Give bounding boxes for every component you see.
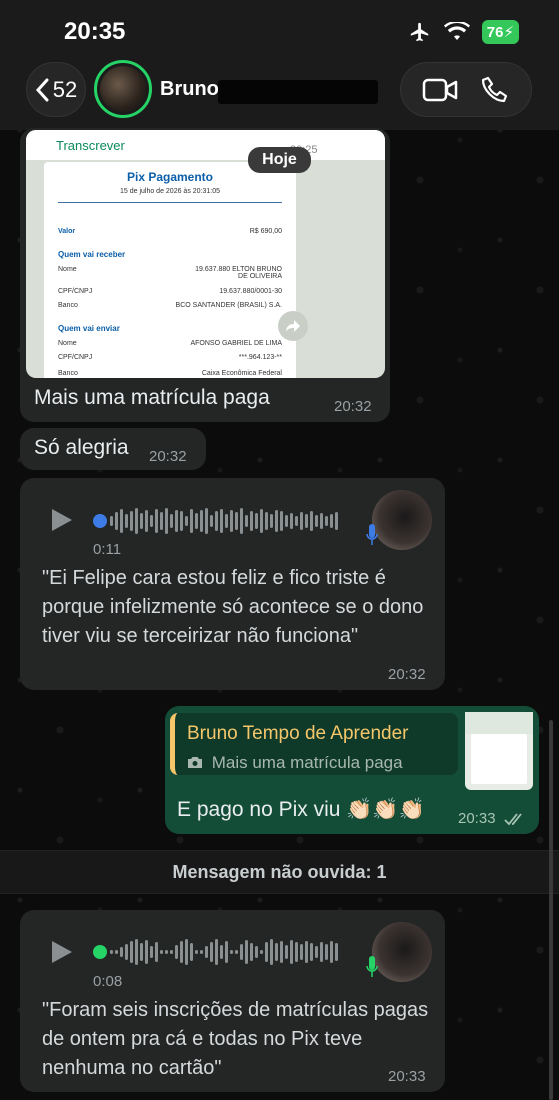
pix-row-value: AFONSO GABRIEL DE LIMA: [190, 340, 282, 347]
pix-row-value: ***.964.123-**: [238, 354, 282, 361]
image-time: 20:32: [334, 398, 372, 415]
microphone-icon: [366, 956, 378, 977]
pix-valor: R$ 690,00: [249, 228, 282, 235]
pix-row-label: CPF/CNPJ: [58, 354, 93, 361]
unread-count: 52: [52, 76, 78, 102]
microphone-icon: [366, 524, 378, 545]
forward-icon: [286, 320, 300, 332]
audio-sender-avatar: [372, 490, 432, 550]
image-caption: Mais uma matrícula paga: [34, 386, 270, 409]
pix-date: 15 de julho de 2026 às 20:31:05: [119, 188, 221, 195]
text-message-time: 20:32: [149, 448, 187, 465]
forward-button[interactable]: [278, 311, 308, 341]
thumbnail-card: [471, 734, 527, 784]
pix-row-label: Nome: [58, 266, 77, 273]
pix-row-value: Caixa Econômica Federal: [201, 370, 282, 377]
contact-avatar[interactable]: [94, 60, 152, 118]
unplayed-dot: [93, 514, 107, 528]
pix-row-value: BCO SANTANDER (BRASIL) S.A.: [175, 302, 282, 309]
pix-row: Nome AFONSO GABRIEL DE LIMA: [58, 340, 282, 347]
back-button[interactable]: 52: [26, 62, 86, 117]
contact-name[interactable]: Bruno: [160, 78, 219, 101]
audio-duration: 0:11: [93, 541, 122, 558]
quoted-thumbnail: [465, 712, 533, 790]
pix-row: CPF/CNPJ ***.964.123-**: [58, 354, 282, 361]
audio-time: 20:33: [388, 1068, 426, 1085]
quoted-text-row: Mais uma matrícula paga: [187, 753, 403, 773]
status-time: 20:35: [64, 18, 126, 45]
pix-row-value: 19.637.880/0001-30: [219, 288, 282, 295]
airplane-icon: [410, 22, 429, 42]
audio-duration: 0:08: [93, 973, 123, 990]
video-call-icon[interactable]: [422, 77, 458, 103]
charging-icon: ⚡: [503, 24, 514, 41]
audio-waveform[interactable]: [110, 937, 338, 967]
outgoing-text: E pago no Pix viu 👏🏻👏🏻👏🏻: [177, 798, 425, 821]
pix-divider: [58, 202, 282, 203]
chevron-left-icon: [35, 78, 49, 101]
status-bar: 20:35 76 ⚡: [0, 0, 559, 58]
text-message: Só alegria: [34, 436, 129, 459]
pix-row: Banco Caixa Econômica Federal: [58, 370, 282, 377]
chat-header: 52 Bruno: [0, 58, 559, 130]
quoted-author: Bruno Tempo de Aprender: [187, 723, 409, 744]
pix-row-label: CPF/CNPJ: [58, 288, 93, 295]
status-icons: 76 ⚡: [408, 20, 519, 44]
phone-icon[interactable]: [480, 75, 510, 105]
pix-receipt-card: Pix Pagamento 15 de julho de 2026 às 20:…: [44, 162, 296, 378]
pix-valor-label: Valor: [58, 228, 76, 235]
play-icon[interactable]: [52, 941, 72, 963]
call-actions: [400, 62, 532, 117]
pix-sender-section: Quem vai enviar: [58, 324, 120, 333]
outgoing-time: 20:33: [458, 810, 496, 827]
pix-row: Banco BCO SANTANDER (BRASIL) S.A.: [58, 302, 282, 309]
pix-valor-row: Valor R$ 690,00: [58, 228, 282, 235]
battery-indicator: 76 ⚡: [481, 20, 519, 44]
avatar-image: [100, 66, 146, 112]
audio-sender-avatar: [372, 922, 432, 982]
redacted-surname: [218, 80, 378, 104]
pix-receipt-image[interactable]: Transcrever 20:25 Pix Pagamento 15 de ju…: [26, 130, 385, 378]
date-badge: Hoje: [248, 147, 311, 173]
battery-level: 76: [486, 23, 504, 41]
unheard-message-banner: Mensagem não ouvida: 1: [0, 850, 559, 894]
unheard-banner-text: Mensagem não ouvida: 1: [172, 861, 387, 882]
playback-dot: [93, 945, 107, 959]
quoted-text: Mais uma matrícula paga: [211, 753, 403, 772]
double-check-icon: [504, 813, 522, 826]
pix-row-label: Banco: [58, 370, 78, 377]
quoted-message[interactable]: Bruno Tempo de Aprender Mais uma matrícu…: [170, 713, 458, 775]
pix-receiver-section: Quem vai receber: [58, 250, 126, 259]
pix-row-label: Banco: [58, 302, 78, 309]
pix-row: Nome 19.637.880 ELTON BRUNO DE OLIVEIRA: [58, 266, 282, 280]
audio-waveform[interactable]: [110, 506, 338, 536]
camera-icon: [188, 757, 202, 768]
audio-transcript: "Foram seis inscrições de matrículas pag…: [42, 999, 429, 1079]
scrollbar[interactable]: [549, 720, 553, 1100]
thumbnail-header: [465, 712, 533, 734]
pix-row-label: Nome: [58, 340, 77, 347]
audio-transcript: "Ei Felipe cara estou feliz e fico trist…: [42, 567, 424, 647]
transcribe-label: Transcrever: [26, 130, 385, 160]
pix-row-value: 19.637.880 ELTON BRUNO DE OLIVEIRA: [195, 266, 282, 280]
audio-time: 20:32: [388, 666, 426, 683]
play-icon[interactable]: [52, 509, 72, 531]
wifi-icon: [443, 22, 470, 40]
pix-row: CPF/CNPJ 19.637.880/0001-30: [58, 288, 282, 295]
